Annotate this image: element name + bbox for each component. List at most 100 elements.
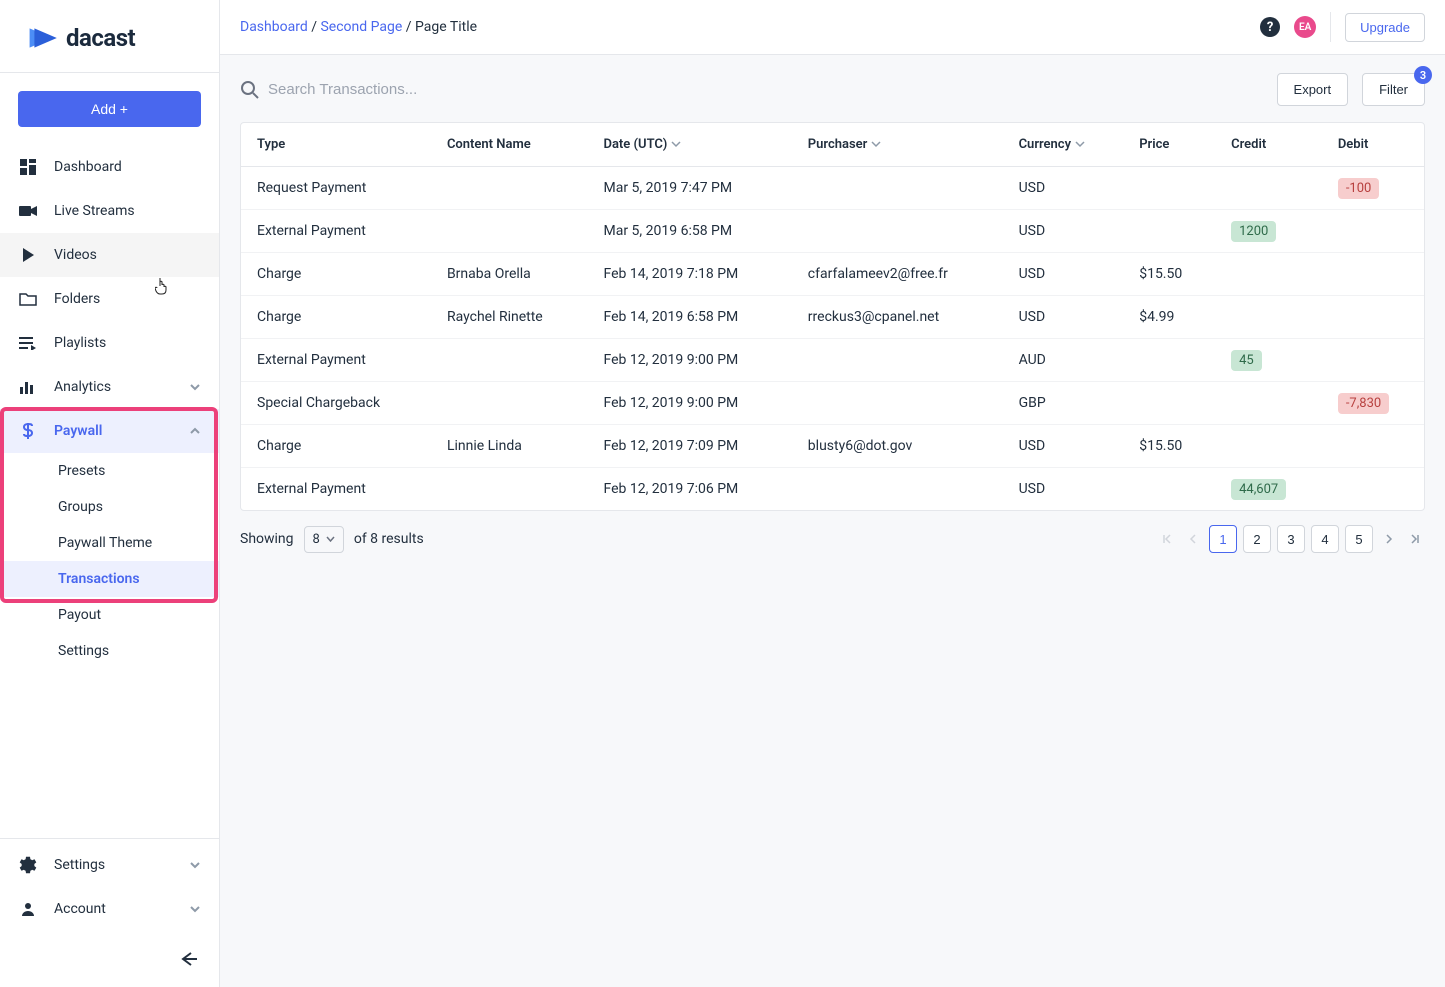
cell-content bbox=[431, 382, 588, 425]
toolbar-right: Export Filter 3 bbox=[1277, 73, 1425, 106]
filter-wrap: Filter 3 bbox=[1362, 73, 1425, 106]
main-content: Dashboard / Second Page / Page Title ? E… bbox=[220, 0, 1445, 987]
cell-type: Charge bbox=[241, 296, 431, 339]
sidebar-item-paywall[interactable]: Paywall bbox=[0, 409, 219, 453]
cell-credit bbox=[1215, 167, 1322, 210]
credit-pill: 44,607 bbox=[1231, 479, 1286, 500]
sub-item-transactions[interactable]: Transactions bbox=[0, 561, 219, 597]
page-button[interactable]: 2 bbox=[1243, 525, 1271, 553]
sidebar-item-folders[interactable]: Folders bbox=[0, 277, 219, 321]
cell-price bbox=[1123, 167, 1215, 210]
chart-icon bbox=[18, 377, 38, 397]
cell-date: Feb 12, 2019 9:00 PM bbox=[587, 339, 791, 382]
table-row: ChargeRaychel RinetteFeb 14, 2019 6:58 P… bbox=[241, 296, 1424, 339]
col-purchaser[interactable]: Purchaser bbox=[792, 123, 1003, 167]
cell-type: External Payment bbox=[241, 468, 431, 510]
sidebar-item-playlists[interactable]: Playlists bbox=[0, 321, 219, 365]
per-page-select[interactable]: 8 bbox=[304, 526, 344, 553]
sub-item-payout[interactable]: Payout bbox=[0, 597, 219, 633]
sub-item-settings[interactable]: Settings bbox=[0, 633, 219, 669]
cell-debit bbox=[1322, 468, 1424, 510]
table-header-row: Type Content Name Date (UTC) Purchaser C… bbox=[241, 123, 1424, 167]
page-button[interactable]: 4 bbox=[1311, 525, 1339, 553]
cell-credit: 45 bbox=[1215, 339, 1322, 382]
logo-icon bbox=[28, 24, 60, 52]
nav-footer: Settings Account bbox=[0, 838, 219, 931]
transactions-table: Type Content Name Date (UTC) Purchaser C… bbox=[240, 122, 1425, 511]
sidebar-item-videos[interactable]: Videos bbox=[0, 233, 219, 277]
content: Export Filter 3 Type Content Name Date (… bbox=[220, 55, 1445, 987]
col-debit: Debit bbox=[1322, 123, 1424, 167]
showing-results: Showing 8 of 8 results bbox=[240, 526, 424, 553]
cell-currency: USD bbox=[1003, 468, 1124, 510]
cell-credit: 44,607 bbox=[1215, 468, 1322, 510]
cell-date: Feb 12, 2019 9:00 PM bbox=[587, 382, 791, 425]
sidebar-item-label: Account bbox=[54, 901, 106, 917]
cell-debit bbox=[1322, 296, 1424, 339]
chevron-down-icon bbox=[189, 383, 201, 391]
dollar-icon bbox=[18, 421, 38, 441]
cell-currency: USD bbox=[1003, 296, 1124, 339]
col-currency[interactable]: Currency bbox=[1003, 123, 1124, 167]
table-row: External Payment Feb 12, 2019 7:06 PM USD 4… bbox=[241, 468, 1424, 510]
col-date[interactable]: Date (UTC) bbox=[587, 123, 791, 167]
cell-purchaser bbox=[792, 382, 1003, 425]
search-icon bbox=[240, 80, 260, 100]
export-button[interactable]: Export bbox=[1277, 73, 1349, 106]
sidebar-item-label: Videos bbox=[54, 247, 97, 263]
cell-type: Charge bbox=[241, 425, 431, 468]
sidebar-item-livestreams[interactable]: Live Streams bbox=[0, 189, 219, 233]
col-credit: Credit bbox=[1215, 123, 1322, 167]
cell-date: Feb 14, 2019 6:58 PM bbox=[587, 296, 791, 339]
sidebar-item-account[interactable]: Account bbox=[0, 887, 219, 931]
filter-badge: 3 bbox=[1414, 66, 1432, 84]
search-wrap bbox=[240, 80, 568, 100]
cell-purchaser bbox=[792, 167, 1003, 210]
chevron-down-icon bbox=[671, 141, 681, 148]
chevron-up-icon bbox=[189, 427, 201, 435]
showing-label: Showing bbox=[240, 531, 294, 547]
cell-purchaser bbox=[792, 468, 1003, 510]
page-button[interactable]: 3 bbox=[1277, 525, 1305, 553]
cell-currency: AUD bbox=[1003, 339, 1124, 382]
search-input[interactable] bbox=[268, 81, 568, 98]
cell-currency: USD bbox=[1003, 425, 1124, 468]
sidebar-item-analytics[interactable]: Analytics bbox=[0, 365, 219, 409]
page-button[interactable]: 5 bbox=[1345, 525, 1373, 553]
person-icon bbox=[18, 899, 38, 919]
col-price: Price bbox=[1123, 123, 1215, 167]
sidebar: dacast Add + Dashboard Live Streams bbox=[0, 0, 220, 987]
breadcrumb-link[interactable]: Dashboard bbox=[240, 19, 308, 35]
sidebar-item-dashboard[interactable]: Dashboard bbox=[0, 145, 219, 189]
upgrade-button[interactable]: Upgrade bbox=[1345, 13, 1425, 42]
sub-item-theme[interactable]: Paywall Theme bbox=[0, 525, 219, 561]
breadcrumb: Dashboard / Second Page / Page Title bbox=[240, 19, 477, 35]
cell-date: Mar 5, 2019 6:58 PM bbox=[587, 210, 791, 253]
page-button[interactable]: 1 bbox=[1209, 525, 1237, 553]
cell-currency: USD bbox=[1003, 167, 1124, 210]
table-row: Special ChargebackFeb 12, 2019 9:00 PMGB… bbox=[241, 382, 1424, 425]
sidebar-item-settings[interactable]: Settings bbox=[0, 843, 219, 887]
first-page-button[interactable] bbox=[1157, 525, 1177, 553]
avatar[interactable]: EA bbox=[1294, 16, 1316, 38]
next-page-button[interactable] bbox=[1379, 525, 1399, 553]
divider bbox=[1330, 12, 1331, 42]
sub-item-groups[interactable]: Groups bbox=[0, 489, 219, 525]
credit-pill: 1200 bbox=[1231, 221, 1276, 242]
table-row: External PaymentFeb 12, 2019 9:00 PMAUD4… bbox=[241, 339, 1424, 382]
help-icon[interactable]: ? bbox=[1260, 17, 1280, 37]
sub-item-presets[interactable]: Presets bbox=[0, 453, 219, 489]
table-row: External PaymentMar 5, 2019 6:58 PMUSD12… bbox=[241, 210, 1424, 253]
collapse-sidebar-icon[interactable] bbox=[179, 951, 199, 967]
cell-date: Feb 12, 2019 7:06 PM bbox=[587, 468, 791, 510]
cell-type: Charge bbox=[241, 253, 431, 296]
header-right: ? EA Upgrade bbox=[1260, 12, 1425, 42]
cell-debit: -100 bbox=[1322, 167, 1424, 210]
table-row: Request PaymentMar 5, 2019 7:47 PMUSD-10… bbox=[241, 167, 1424, 210]
prev-page-button[interactable] bbox=[1183, 525, 1203, 553]
add-button[interactable]: Add + bbox=[18, 91, 201, 127]
last-page-button[interactable] bbox=[1405, 525, 1425, 553]
debit-pill: -100 bbox=[1338, 178, 1380, 199]
breadcrumb-link[interactable]: Second Page bbox=[320, 19, 402, 35]
cell-date: Feb 14, 2019 7:18 PM bbox=[587, 253, 791, 296]
